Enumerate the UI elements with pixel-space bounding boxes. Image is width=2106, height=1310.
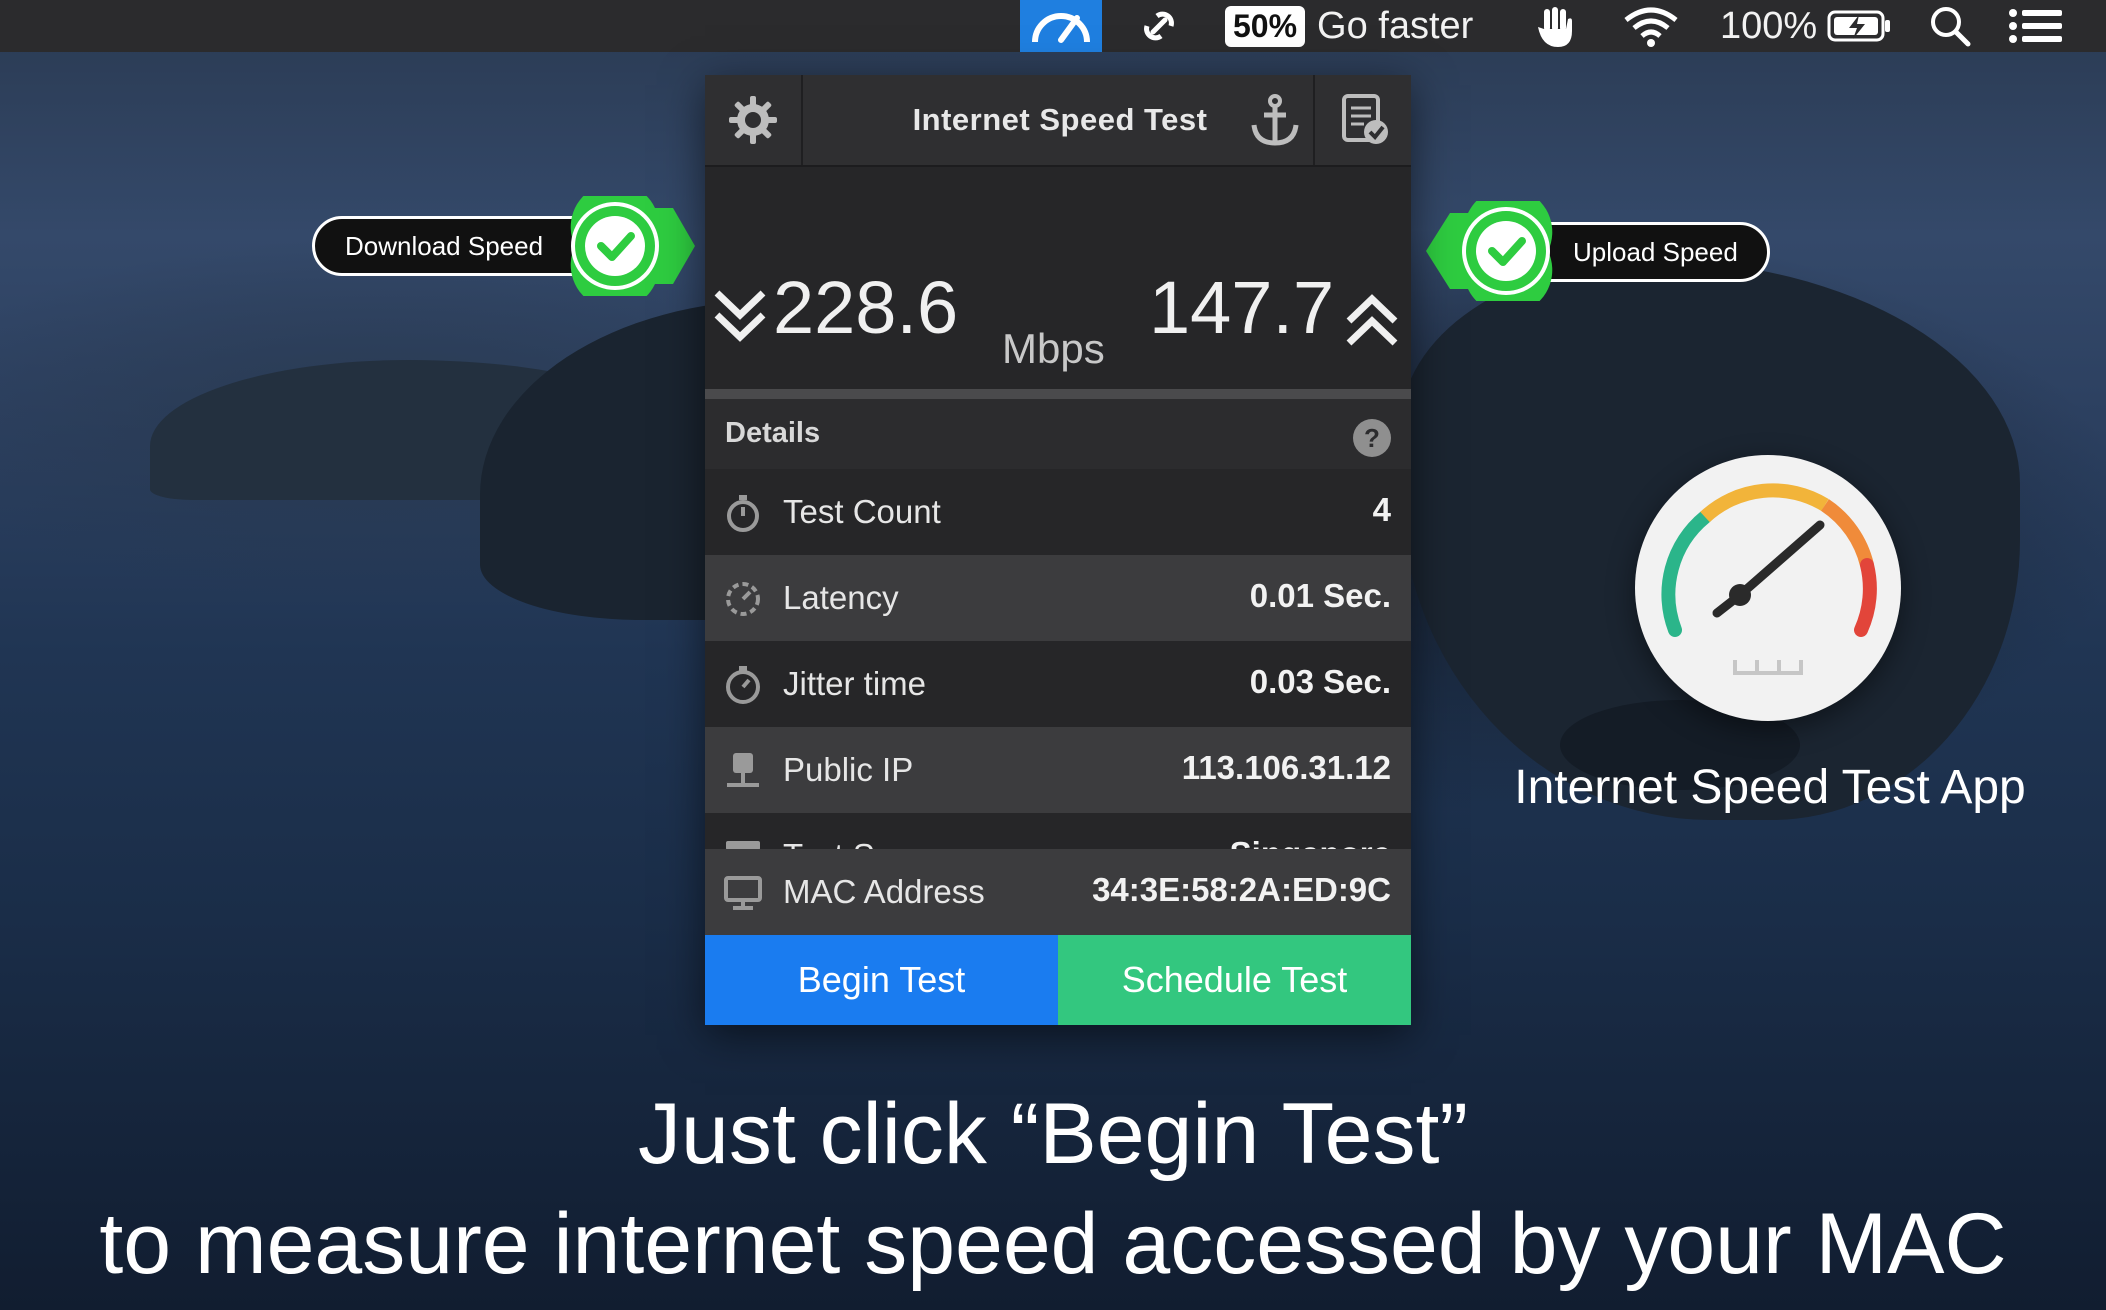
upload-speed-label: Upload Speed [1573,236,1738,267]
detail-value: 0.03 Sec. [1249,663,1391,700]
menu-bar: 50% Go faster 100% [0,0,2106,52]
widget-title: Internet Speed Test [912,102,1208,137]
detail-row-test-count: Test Count 4 [705,469,1411,555]
download-arrow-icon [713,287,767,352]
go-faster-label: Go faster [1317,4,1474,47]
upload-speed-value: 147.7 [1149,266,1335,349]
list-icon[interactable] [2008,0,2064,52]
search-icon[interactable] [1928,0,1972,52]
speed-gauge-icon[interactable] [1020,0,1102,52]
detail-row-jitter: Jitter time 0.03 Sec. [705,641,1411,727]
upload-check-icon [1418,187,1558,315]
detail-label: Test Count [783,493,941,530]
stopwatch-icon [723,493,763,533]
begin-test-button[interactable]: Begin Test [705,935,1058,1025]
go-faster-item[interactable]: 50% Go faster [1225,0,1473,52]
anchor-icon[interactable] [1240,75,1310,165]
detail-label: Latency [783,579,899,616]
detail-label: Public IP [783,751,914,788]
detail-value: 113.106.31.12 [1181,749,1391,786]
report-icon[interactable] [1313,75,1413,165]
battery-status[interactable]: 100% [1720,0,1893,52]
schedule-test-button[interactable]: Schedule Test [1058,935,1411,1025]
download-check-icon [565,182,700,310]
battery-badge: 50% [1225,5,1306,47]
timer-icon [723,665,763,705]
app-name: Internet Speed Test App [1514,761,2026,814]
app-speedometer-icon [1635,455,1901,721]
detail-row-latency: Latency 0.01 Sec. [705,555,1411,641]
latency-icon [723,579,763,619]
upload-arrow-icon [1345,293,1399,358]
detail-label: MAC Address [783,873,985,910]
detail-value: 4 [1372,491,1391,528]
monitor-icon [723,873,763,918]
speed-results: 228.6 Mbps 147.7 [705,167,1411,399]
detail-label: Jitter time [783,665,927,702]
details-header: Details ? [705,399,1411,471]
download-speed-value: 228.6 [773,266,959,349]
gear-icon[interactable] [705,75,803,165]
caption-line-2: to measure internet speed accessed by yo… [99,1196,2007,1292]
hand-icon[interactable] [1530,0,1580,52]
widget-toolbar: Internet Speed Test [705,75,1411,167]
detail-row-mac-address: MAC Address 34:3E:58:2A:ED:9C [705,849,1411,935]
ip-icon [723,751,763,791]
help-icon[interactable]: ? [1353,419,1391,457]
battery-icon [1827,9,1893,43]
detail-value: 34:3E:58:2A:ED:9C [1092,871,1391,908]
caption-line-1: Just click “Begin Test” [637,1086,1469,1182]
download-speed-label: Download Speed [345,230,544,261]
speed-unit: Mbps [1002,325,1105,372]
details-title: Details [725,417,821,449]
detail-value: 0.01 Sec. [1249,577,1391,614]
link-icon[interactable] [1135,0,1183,52]
detail-row-public-ip: Public IP 113.106.31.12 [705,727,1411,813]
wifi-icon[interactable] [1622,0,1680,52]
battery-percent: 100% [1720,4,1818,47]
